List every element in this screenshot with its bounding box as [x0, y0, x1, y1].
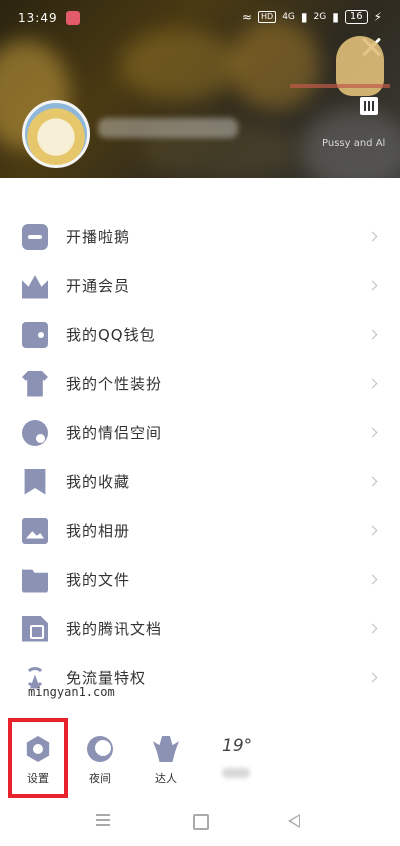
menu-item-tencent-docs[interactable]: 我的腾讯文档 — [0, 604, 400, 653]
moon-icon — [87, 736, 113, 762]
folder-icon — [22, 569, 48, 593]
photo-icon — [22, 517, 48, 544]
chevron-right-icon — [367, 574, 378, 584]
profile-header: 13:49 ≈ HD 4G ▮ 2G ▮ 16 ⚡ Pussy and Al — [0, 0, 400, 178]
avatar[interactable] — [22, 100, 90, 168]
menu-item-label: 我的腾讯文档 — [66, 620, 163, 638]
chevron-right-icon — [367, 378, 378, 388]
chevron-right-icon — [367, 623, 378, 633]
menu-item-theme[interactable]: 我的个性装扮 — [0, 359, 400, 408]
shirt-icon — [22, 370, 48, 397]
menu-item-live[interactable]: 开播啦鹅 — [0, 212, 400, 261]
watermark: mingyan1.com — [28, 685, 115, 699]
menu-item-vip[interactable]: 开通会员 — [0, 261, 400, 310]
chevron-right-icon — [367, 525, 378, 535]
menu-item-label: 我的个性装扮 — [66, 375, 163, 393]
document-icon — [22, 615, 48, 642]
back-icon[interactable] — [288, 814, 300, 828]
nickname-blurred[interactable] — [98, 118, 238, 138]
bookmark-icon — [24, 468, 46, 495]
notification-app-icon — [66, 11, 80, 25]
status-bar: 13:49 ≈ HD 4G ▮ 2G ▮ 16 ⚡ — [0, 0, 400, 36]
background-art — [120, 30, 240, 100]
crown-icon — [22, 275, 48, 299]
menu-item-label: 我的文件 — [66, 571, 131, 589]
chevron-right-icon — [367, 280, 378, 290]
expert-badge-icon — [153, 736, 179, 762]
home-icon[interactable] — [193, 814, 209, 830]
night-mode-button[interactable]: 夜间 — [72, 718, 128, 786]
menu-item-label: 我的收藏 — [66, 473, 131, 491]
menu-item-label: 开通会员 — [66, 277, 131, 295]
hd-badge: HD — [258, 11, 277, 23]
signal-bars-icon: ▮ — [332, 10, 339, 24]
chevron-right-icon — [367, 329, 378, 339]
wallet-icon — [22, 321, 48, 348]
tv-icon — [22, 223, 48, 250]
charging-icon: ⚡ — [373, 10, 382, 24]
menu-item-label: 开播啦鹅 — [66, 228, 131, 246]
menu-item-label: 我的QQ钱包 — [66, 326, 156, 344]
menu-item-label: 我的情侣空间 — [66, 424, 163, 442]
night-mode-label: 夜间 — [89, 772, 111, 785]
battery-indicator: 16 — [344, 10, 368, 24]
chevron-right-icon — [367, 231, 378, 241]
wifi-icon: ≈ — [241, 10, 253, 24]
settings-highlight-box — [8, 718, 68, 798]
status-indicators: ≈ HD 4G ▮ 2G ▮ 16 ⚡ — [242, 10, 382, 24]
menu-item-label: 我的相册 — [66, 522, 131, 540]
signal-2g: 2G — [313, 12, 327, 22]
status-time: 13:49 — [18, 11, 58, 25]
drawer-menu: 开播啦鹅 开通会员 我的QQ钱包 我的个性装扮 我的情侣空间 我的收藏 我的相册… — [0, 212, 400, 702]
chevron-right-icon — [367, 476, 378, 486]
decorative-stick — [290, 84, 390, 88]
signal-4g: 4G — [282, 12, 295, 22]
profile-signature: Pussy and Al — [322, 138, 386, 149]
heart-icon — [22, 419, 48, 446]
qr-code-icon[interactable] — [360, 97, 378, 115]
chevron-right-icon — [367, 672, 378, 682]
signal-bars-icon: ▮ — [300, 10, 308, 24]
menu-item-wallet[interactable]: 我的QQ钱包 — [0, 310, 400, 359]
menu-item-album[interactable]: 我的相册 — [0, 506, 400, 555]
weather-temperature: 19° — [222, 736, 253, 756]
menu-item-files[interactable]: 我的文件 — [0, 555, 400, 604]
expert-button[interactable]: 达人 — [138, 718, 194, 786]
menu-item-couple-space[interactable]: 我的情侣空间 — [0, 408, 400, 457]
expert-label: 达人 — [155, 772, 177, 785]
weather-location-blurred — [222, 768, 250, 778]
chevron-right-icon — [367, 427, 378, 437]
menu-icon[interactable] — [96, 814, 110, 826]
menu-item-favorites[interactable]: 我的收藏 — [0, 457, 400, 506]
system-nav-bar — [0, 798, 400, 846]
